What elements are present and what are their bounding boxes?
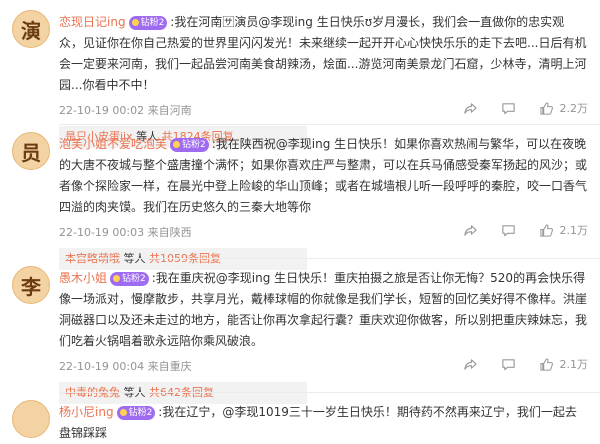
comment-feed: 演 恋现日记ing 钻粉2:我在河南🈂演员@李现ing 生日快乐ʊ岁月漫长，我们会… <box>0 0 600 440</box>
like-icon[interactable] <box>539 222 555 238</box>
share-icon[interactable] <box>463 356 479 372</box>
divider <box>59 124 600 125</box>
comment-icon[interactable] <box>501 222 517 238</box>
divider <box>59 258 600 259</box>
like-count: 2.2万 <box>559 102 589 115</box>
comment-icon[interactable] <box>501 356 517 372</box>
avatar[interactable] <box>12 400 50 438</box>
comment-username[interactable]: 杨小尼ing <box>59 405 114 419</box>
avatar[interactable]: 演 <box>12 10 50 48</box>
comment-meta: 22-10-19 00:03 来自陕西 2.1万 <box>59 222 589 239</box>
comment-text: 恋现日记ing 钻粉2:我在河南🈂演员@李现ing 生日快乐ʊ岁月漫长，我们会一直… <box>59 12 588 96</box>
comment-text: 泡芙小姐不爱吃泡芙 钻粉2:我在陕西祝@李现ing 生日快乐！如果你喜欢热闹与繁华… <box>59 134 588 218</box>
like-icon[interactable] <box>539 356 555 372</box>
comment-actions: 2.2万 <box>441 100 589 116</box>
comment-actions: 2.1万 <box>441 222 589 238</box>
avatar[interactable]: 员 <box>12 132 50 170</box>
reply-summary[interactable]: 本宫略萌哦 等人 共1059条回复 <box>59 248 307 270</box>
comment-username[interactable]: 泡芙小姐不爱吃泡芙 <box>59 137 167 151</box>
like-icon[interactable] <box>539 100 555 116</box>
divider <box>59 392 600 393</box>
reply-summary[interactable]: 中毒的兔兔 等人 共642条回复 <box>59 382 307 404</box>
avatar[interactable]: 李 <box>12 266 50 304</box>
fan-badge[interactable]: 钻粉2 <box>116 406 156 420</box>
fan-badge[interactable]: 钻粉2 <box>170 138 209 152</box>
comment-actions: 2.1万 <box>441 356 589 372</box>
comment-meta: 22-10-19 00:02 来自河南 2.2万 <box>59 100 589 117</box>
comment-text: 杨小尼ing 钻粉2:我在辽宁，@李现1019三十一岁生日快乐！期待药不然再来辽宁… <box>59 402 588 444</box>
fan-badge[interactable]: 钻粉2 <box>128 16 168 30</box>
comment-icon[interactable] <box>501 100 517 116</box>
like-count: 2.1万 <box>559 224 589 237</box>
share-icon[interactable] <box>463 100 479 116</box>
like-count: 2.1万 <box>559 358 589 371</box>
fan-badge[interactable]: 钻粉2 <box>110 272 149 286</box>
comment-text: 愚木小姐 钻粉2:我在重庆祝@李现ing 生日快乐！重庆拍摄之旅是否让你无悔？52… <box>59 268 588 352</box>
share-icon[interactable] <box>463 222 479 238</box>
comment-meta: 22-10-19 00:04 来自重庆 2.1万 <box>59 356 589 373</box>
comment-username[interactable]: 愚木小姐 <box>59 271 107 285</box>
comment-username[interactable]: 恋现日记ing <box>59 15 126 29</box>
